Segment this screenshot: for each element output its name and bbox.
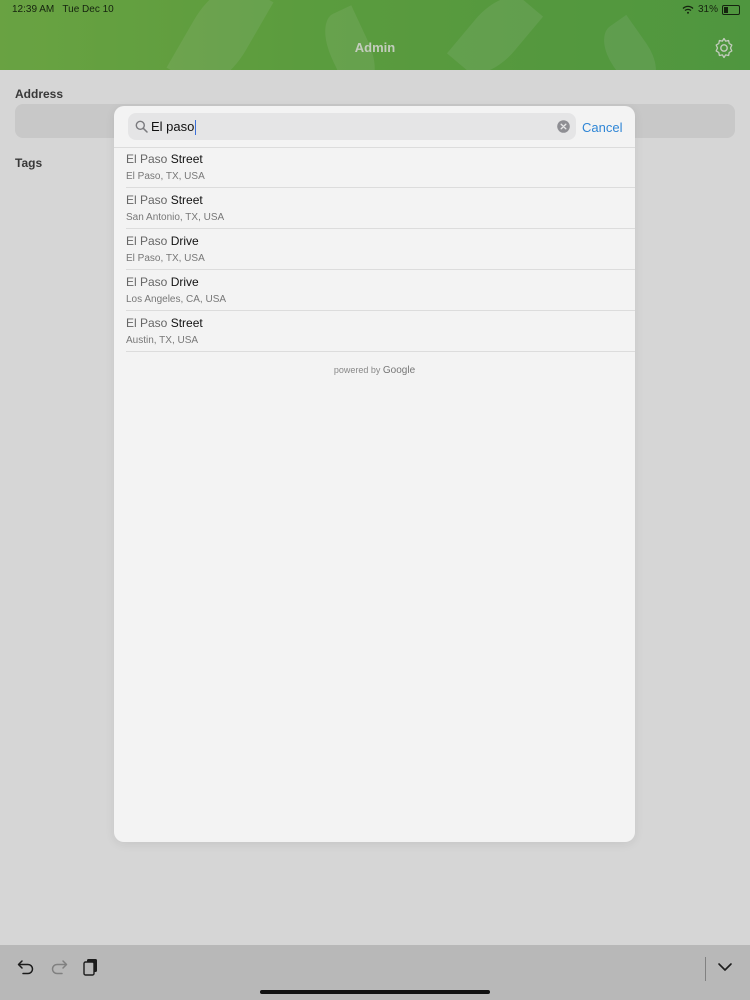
- result-title: El Paso Drive: [126, 275, 199, 289]
- result-subtitle: El Paso, TX, USA: [126, 171, 205, 182]
- result-match: El Paso: [126, 152, 168, 166]
- result-title: El Paso Street: [126, 316, 203, 330]
- google-attribution: powered by Google: [114, 365, 635, 376]
- result-match: El Paso: [126, 193, 168, 207]
- result-title: El Paso Street: [126, 152, 203, 166]
- attribution-prefix: powered by: [333, 365, 381, 375]
- result-subtitle: El Paso, TX, USA: [126, 253, 205, 264]
- result-match: El Paso: [126, 234, 168, 248]
- result-subtitle: San Antonio, TX, USA: [126, 212, 225, 223]
- result-rest: Street: [170, 316, 203, 330]
- result-item[interactable]: El Paso Drive El Paso, TX, USA: [126, 229, 635, 270]
- home-indicator[interactable]: [260, 990, 490, 994]
- result-rest: Drive: [170, 275, 199, 289]
- text-cursor: [195, 120, 197, 136]
- result-title: El Paso Drive: [126, 234, 199, 248]
- result-subtitle: Los Angeles, CA, USA: [126, 294, 227, 305]
- search-query: El paso: [151, 119, 197, 136]
- cancel-button[interactable]: Cancel: [582, 120, 622, 135]
- result-subtitle: Austin, TX, USA: [126, 335, 199, 346]
- result-item[interactable]: El Paso Drive Los Angeles, CA, USA: [126, 270, 635, 311]
- search-bar: El paso Cancel: [114, 106, 635, 148]
- search-query-text: El paso: [151, 119, 195, 134]
- result-item[interactable]: El Paso Street Austin, TX, USA: [126, 311, 635, 352]
- result-item[interactable]: El Paso Street San Antonio, TX, USA: [126, 188, 635, 229]
- search-results: El Paso Street El Paso, TX, USA El Paso …: [114, 147, 635, 352]
- clear-icon[interactable]: [557, 120, 570, 133]
- search-icon: [135, 120, 148, 133]
- result-rest: Street: [170, 193, 203, 207]
- google-logo: Google: [382, 365, 416, 376]
- result-rest: Street: [170, 152, 203, 166]
- result-title: El Paso Street: [126, 193, 203, 207]
- result-rest: Drive: [170, 234, 199, 248]
- result-item[interactable]: El Paso Street El Paso, TX, USA: [126, 147, 635, 188]
- address-search-modal: El paso Cancel El Paso Street El Paso, T…: [114, 106, 635, 842]
- search-input[interactable]: El paso: [128, 113, 576, 140]
- result-match: El Paso: [126, 275, 168, 289]
- result-match: El Paso: [126, 316, 168, 330]
